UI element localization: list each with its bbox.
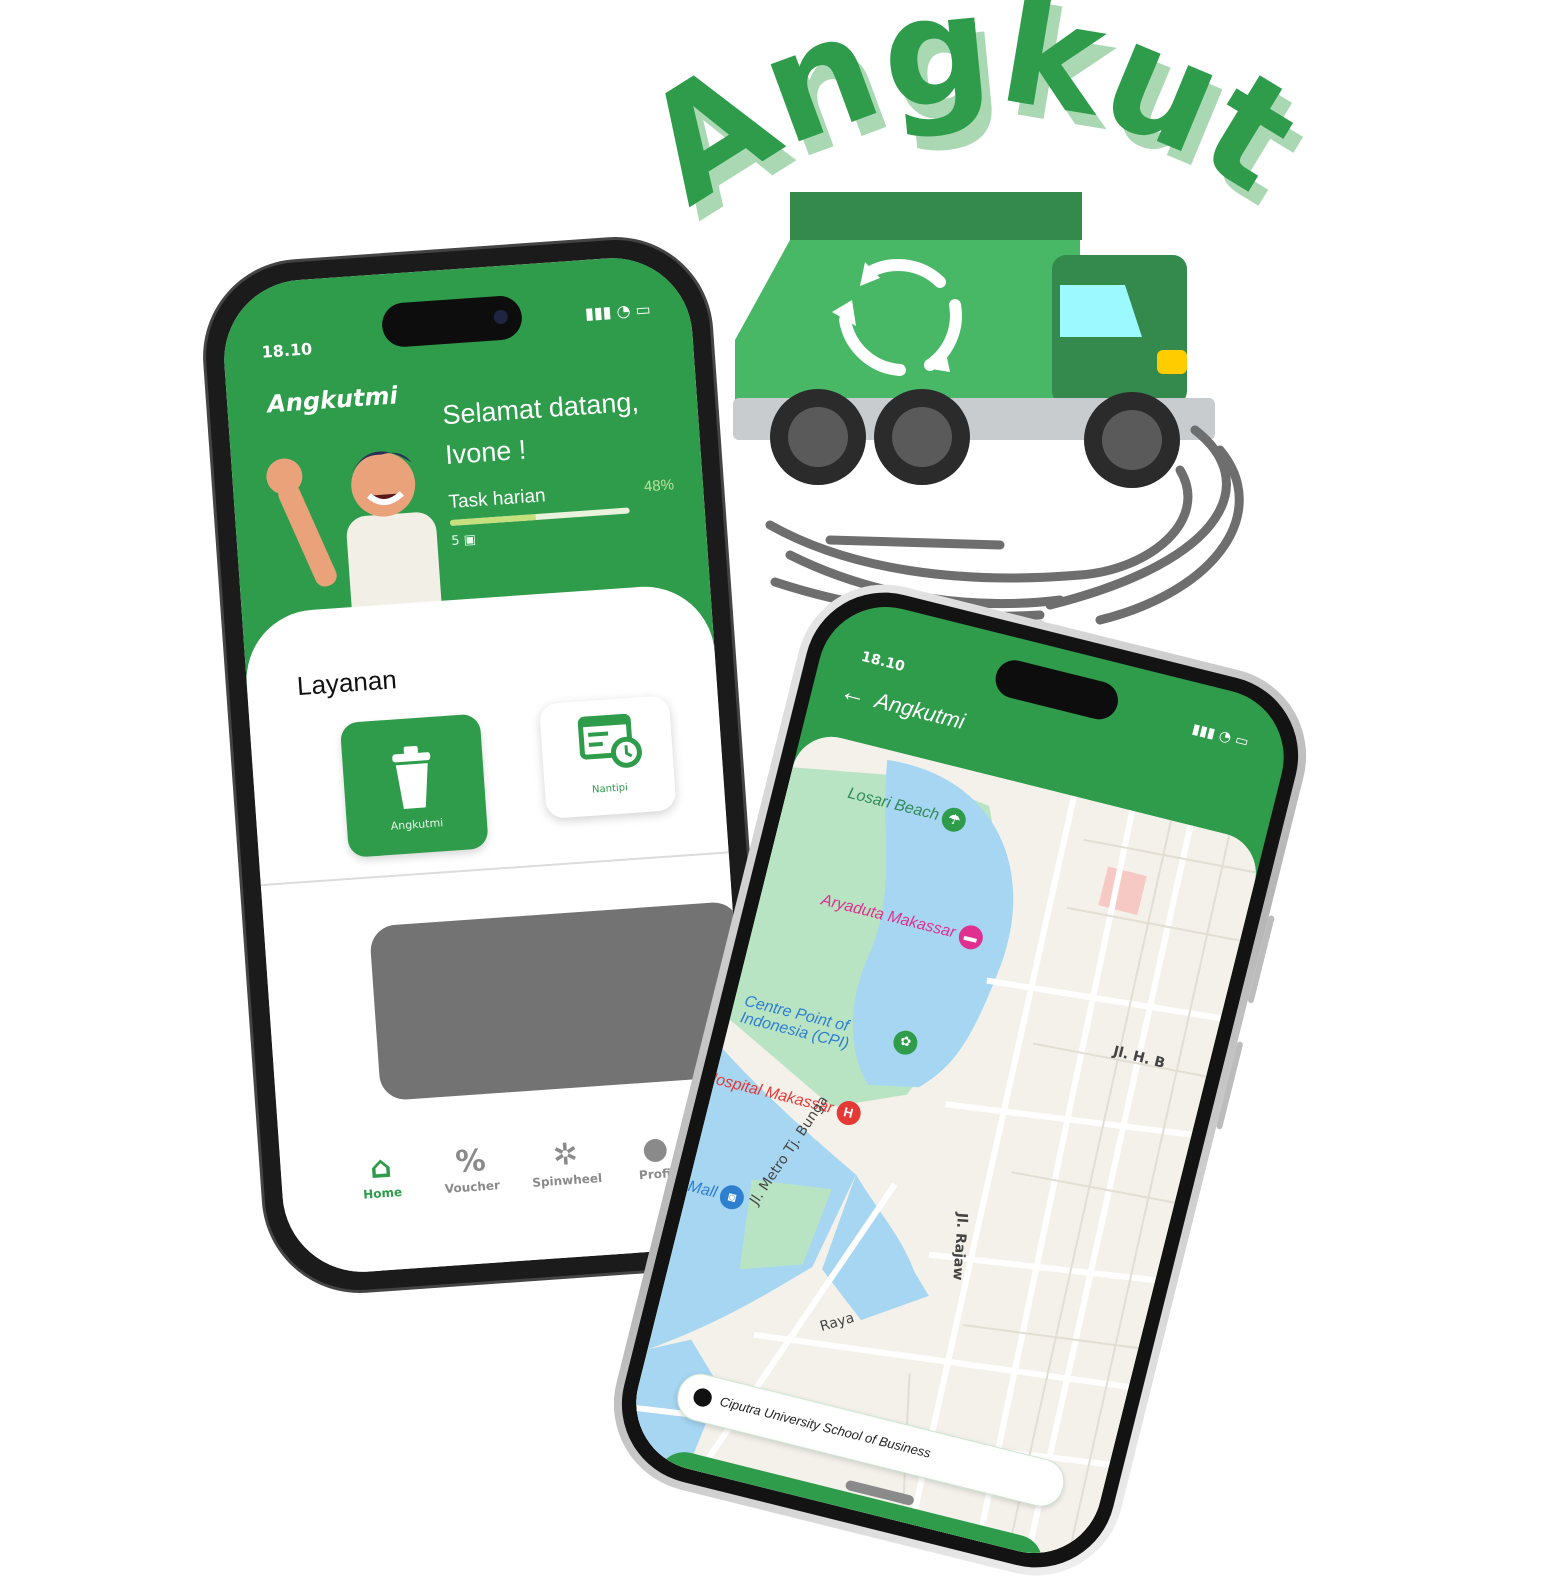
- map-header: ← Angkutmi: [837, 675, 968, 736]
- battery-icon: ▭: [634, 299, 652, 320]
- logo-text: Angkutmi: [0, 0, 1325, 238]
- status-time: 18.10: [260, 339, 313, 362]
- nav-label: Home: [362, 1185, 403, 1202]
- coin-count-value: 5: [450, 533, 461, 549]
- trash-bin-icon: [392, 745, 431, 809]
- back-arrow-icon[interactable]: ←: [837, 675, 869, 710]
- nav-spinwheel[interactable]: ✲ Spinwheel: [524, 1135, 607, 1190]
- coin-count: 5 ▣: [451, 532, 477, 549]
- voucher-icon: %: [454, 1143, 487, 1181]
- schedule-icon: [577, 713, 642, 768]
- task-percent: 48%: [643, 476, 675, 496]
- camera-icon: [493, 309, 509, 325]
- spinwheel-icon: ✲: [551, 1136, 580, 1174]
- nav-label: Voucher: [444, 1178, 501, 1196]
- coin-icon: ▣: [463, 532, 477, 549]
- service-nantipi-button[interactable]: Nantipi: [538, 695, 677, 819]
- garbage-truck-icon: [733, 192, 1244, 635]
- nav-voucher[interactable]: % Voucher: [430, 1141, 513, 1196]
- wifi-icon: ◔: [615, 300, 632, 321]
- service-angkutmi-button[interactable]: Angkutmi: [339, 713, 489, 858]
- svg-text:Angkutmi: Angkutmi: [0, 0, 1325, 238]
- home-screen: 18.10 ▮▮▮ ◔ ▭ Angkutmi Selamat datang, I…: [218, 252, 757, 1278]
- signal-icon: ▮▮▮: [1190, 721, 1217, 743]
- home-icon: ⌂: [368, 1149, 393, 1187]
- poi-label: Mall: [686, 1177, 719, 1202]
- nav-home[interactable]: ⌂ Home: [340, 1148, 423, 1203]
- status-icons: ▮▮▮ ◔ ▭: [1190, 721, 1250, 750]
- status-time: 18.10: [859, 648, 907, 676]
- signal-icon: ▮▮▮: [584, 302, 613, 324]
- location-pin-icon: ⬤: [690, 1384, 716, 1410]
- dynamic-island: [991, 656, 1123, 724]
- screen-title: Angkutmi: [872, 687, 968, 735]
- wifi-icon: ◔: [1217, 727, 1233, 747]
- battery-icon: ▭: [1233, 731, 1251, 751]
